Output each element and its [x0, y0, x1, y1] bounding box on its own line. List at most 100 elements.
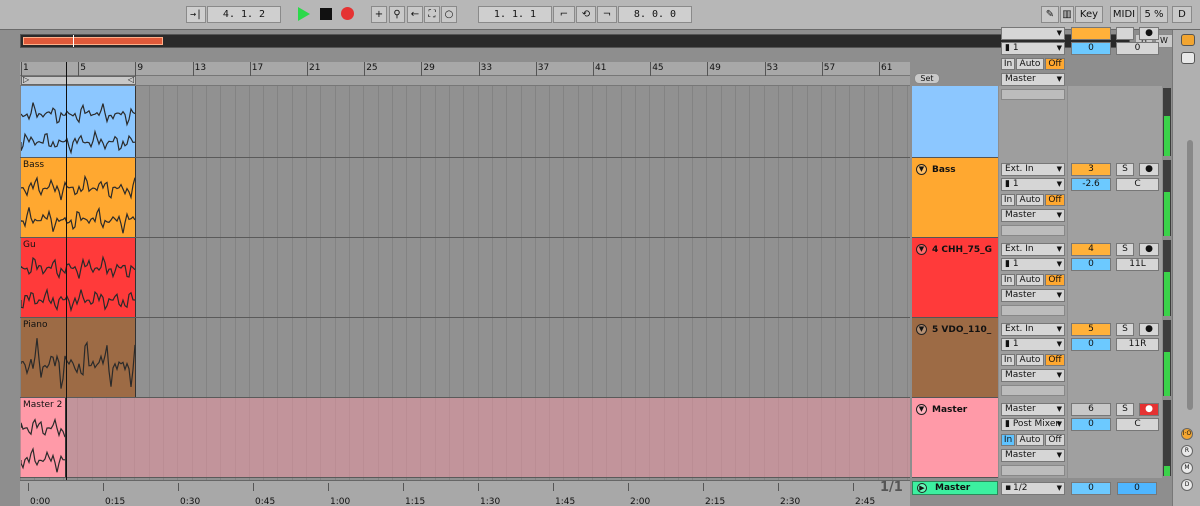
- view-toggle-1[interactable]: R: [1181, 445, 1193, 457]
- track-activator-button[interactable]: 3: [1071, 163, 1111, 176]
- input-channel-select[interactable]: ▼ ▮ 1: [1001, 42, 1065, 55]
- master-output-select[interactable]: ▪︎ 1/2 ▼: [1001, 482, 1065, 495]
- monitor-auto-button[interactable]: Auto: [1016, 274, 1044, 286]
- view-toggle-3[interactable]: D: [1181, 479, 1193, 491]
- play-icon[interactable]: [298, 7, 310, 21]
- volume-field[interactable]: -2.6: [1071, 178, 1111, 191]
- track-lane[interactable]: Gu: [20, 238, 910, 318]
- fold-icon[interactable]: ▼: [916, 164, 927, 175]
- arm-button[interactable]: ●: [1139, 243, 1159, 256]
- loop-switch-icon[interactable]: ⟲: [576, 6, 596, 23]
- audio-clip[interactable]: [21, 86, 136, 157]
- output-channel-select[interactable]: [1001, 225, 1065, 236]
- view-toggle-0[interactable]: I·O: [1181, 428, 1193, 440]
- track-activator-button[interactable]: 5: [1071, 323, 1111, 336]
- solo-button[interactable]: [1116, 27, 1134, 40]
- midi-map-button[interactable]: MIDI: [1110, 6, 1138, 23]
- monitor-auto-button[interactable]: Auto: [1016, 434, 1044, 446]
- monitor-in-button[interactable]: In: [1001, 194, 1015, 206]
- vertical-scrollbar[interactable]: [1187, 140, 1193, 410]
- track-activator-button[interactable]: [1071, 27, 1111, 40]
- output-channel-select[interactable]: [1001, 385, 1065, 396]
- pan-field[interactable]: C: [1116, 418, 1159, 431]
- track-activator-button[interactable]: 4: [1071, 243, 1111, 256]
- fold-icon[interactable]: ▼: [916, 404, 927, 415]
- track-header[interactable]: [912, 86, 998, 158]
- master-pan[interactable]: 0: [1117, 482, 1157, 495]
- volume-field[interactable]: 0: [1071, 258, 1111, 271]
- input-type-select[interactable]: ▼: [1001, 27, 1065, 40]
- track-lane[interactable]: Bass: [20, 158, 910, 238]
- loop-brace-bar[interactable]: ▷ ◁: [20, 75, 910, 86]
- input-type-select[interactable]: Ext. In ▼: [1001, 163, 1065, 176]
- monitor-off-button[interactable]: Off: [1045, 354, 1065, 366]
- solo-button[interactable]: S: [1116, 163, 1134, 176]
- output-type-select[interactable]: Master ▼: [1001, 369, 1065, 382]
- loop-brace[interactable]: ▷ ◁: [21, 75, 136, 85]
- arm-button[interactable]: ●: [1139, 27, 1159, 40]
- loop-start[interactable]: 1. 1. 1: [478, 6, 552, 23]
- track-header[interactable]: ▼ 4 CHH_75_G: [912, 238, 998, 318]
- arrangement-overview[interactable]: [20, 34, 1130, 48]
- solo-button[interactable]: S: [1116, 323, 1134, 336]
- key-map-button[interactable]: Key: [1075, 6, 1103, 23]
- audio-clip[interactable]: Gu: [21, 238, 136, 317]
- track-name[interactable]: Master: [932, 405, 996, 415]
- track-lane[interactable]: Piano: [20, 318, 910, 398]
- time-ruler[interactable]: 0:00 0:15 0:30 0:45 1:00 1:15 1:30 1:45 2:00 2:15…: [20, 480, 910, 506]
- add-icon[interactable]: +: [371, 6, 387, 23]
- track-header[interactable]: ▼ 5 VDO_110_: [912, 318, 998, 398]
- track-activator-button[interactable]: 6: [1071, 403, 1111, 416]
- arrangement-tracks-area[interactable]: Bass Gu Piano Master 2: [20, 86, 910, 480]
- volume-field[interactable]: 0: [1071, 42, 1111, 55]
- input-type-select[interactable]: Ext. In ▼: [1001, 243, 1065, 256]
- master-track-header[interactable]: ▶ Master: [912, 481, 998, 495]
- solo-button[interactable]: S: [1116, 243, 1134, 256]
- capture-icon[interactable]: ⛶: [424, 6, 440, 23]
- master-volume[interactable]: 0: [1071, 482, 1111, 495]
- input-type-select[interactable]: Master ▼: [1001, 403, 1065, 416]
- audio-clip[interactable]: Master 2: [21, 398, 66, 477]
- view-toggle-2[interactable]: M: [1181, 462, 1193, 474]
- volume-field[interactable]: 0: [1071, 338, 1111, 351]
- clip-view-icon[interactable]: [1181, 52, 1195, 64]
- input-type-select[interactable]: Ext. In ▼: [1001, 323, 1065, 336]
- solo-button[interactable]: S: [1116, 403, 1134, 416]
- output-type-select[interactable]: Master ▼: [1001, 289, 1065, 302]
- output-channel-select[interactable]: [1001, 465, 1065, 476]
- automation-arm-icon[interactable]: ⚲: [389, 6, 405, 23]
- session-record-icon[interactable]: ○: [441, 6, 457, 23]
- beat-time-ruler[interactable]: 1 5 9 13 17 21 25 29 33 37 41 45 49 53 57 61: [20, 62, 910, 76]
- output-channel-select[interactable]: [1001, 305, 1065, 316]
- monitor-off-button[interactable]: Off: [1045, 274, 1065, 286]
- pan-field[interactable]: 11R: [1116, 338, 1159, 351]
- track-name[interactable]: Bass: [932, 165, 996, 175]
- menu-icon[interactable]: [1181, 34, 1195, 46]
- monitor-auto-button[interactable]: Auto: [1016, 58, 1044, 70]
- track-header[interactable]: ▼ Master: [912, 398, 998, 478]
- track-lane[interactable]: Master 2: [20, 398, 910, 478]
- monitor-in-button[interactable]: In: [1001, 58, 1015, 70]
- arrangement-position[interactable]: 4. 1. 2: [207, 6, 281, 23]
- monitor-off-button[interactable]: Off: [1045, 58, 1065, 70]
- loop-start-marker-icon[interactable]: ▷: [23, 75, 29, 84]
- volume-field[interactable]: 0: [1071, 418, 1111, 431]
- master-fold-icon[interactable]: ▶: [917, 483, 927, 493]
- input-channel-select[interactable]: ▼ ▮ 1: [1001, 178, 1065, 191]
- back-to-arrangement-icon[interactable]: ←: [407, 6, 423, 23]
- monitor-in-button[interactable]: In: [1001, 274, 1015, 286]
- pan-field[interactable]: C: [1116, 178, 1159, 191]
- punch-in-icon[interactable]: ⌐: [553, 6, 575, 23]
- monitor-auto-button[interactable]: Auto: [1016, 354, 1044, 366]
- draw-mode-icon[interactable]: ✎: [1041, 6, 1059, 23]
- record-icon[interactable]: [341, 7, 354, 20]
- input-channel-select[interactable]: ▼ ▮ 1: [1001, 338, 1065, 351]
- pan-field[interactable]: 11L: [1116, 258, 1159, 271]
- monitor-in-button[interactable]: In: [1001, 354, 1015, 366]
- pan-field[interactable]: 0: [1116, 42, 1159, 55]
- output-type-select[interactable]: Master ▼: [1001, 209, 1065, 222]
- monitor-in-button[interactable]: In: [1001, 434, 1015, 446]
- monitor-off-button[interactable]: Off: [1045, 434, 1065, 446]
- audio-clip[interactable]: Piano: [21, 318, 136, 397]
- punch-out-icon[interactable]: ¬: [597, 6, 617, 23]
